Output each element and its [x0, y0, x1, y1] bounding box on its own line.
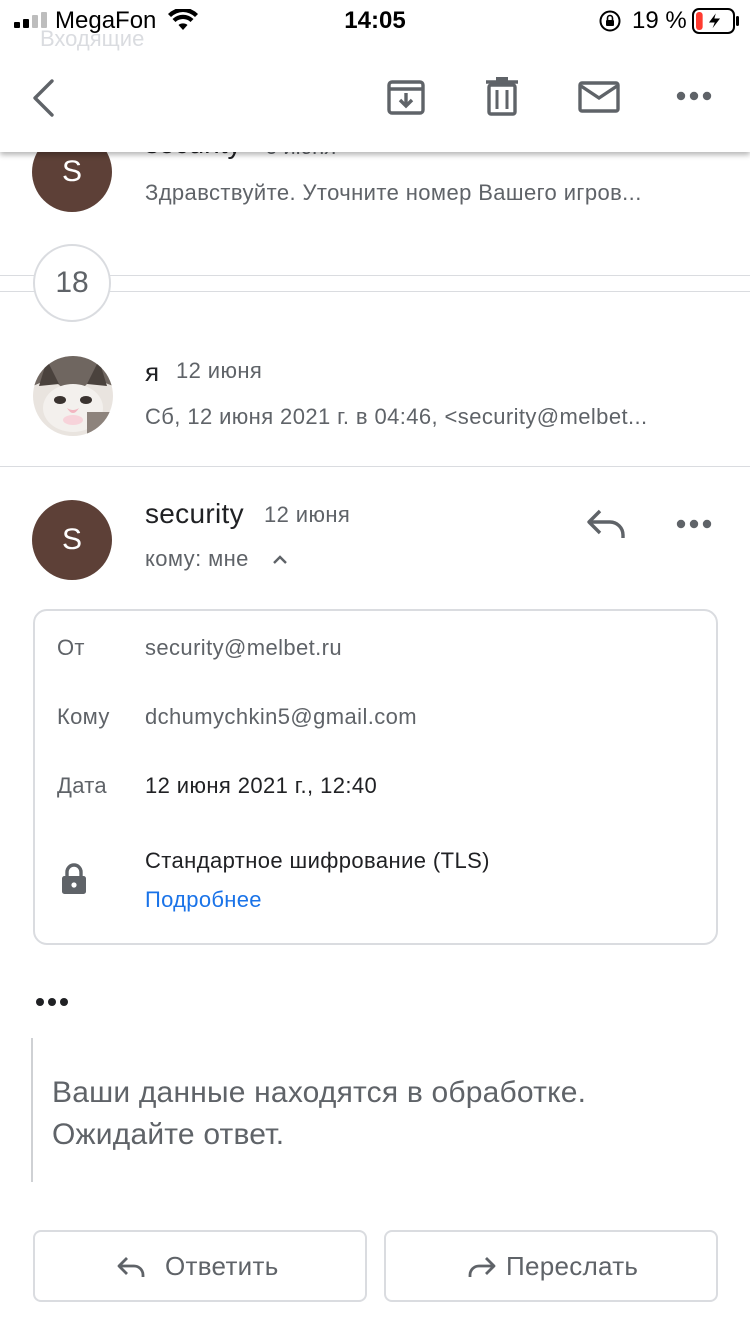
message-details-card: От security@melbet.ru Кому dchumychkin5@…: [33, 609, 718, 945]
more-info-link[interactable]: Подробнее: [145, 887, 262, 913]
from-label: От: [57, 635, 85, 660]
archive-icon[interactable]: [386, 77, 426, 117]
reply-button[interactable]: Ответить: [33, 1230, 367, 1302]
divider: [0, 466, 750, 467]
orientation-lock-icon: [599, 10, 621, 32]
message-snippet: Сб, 12 июня 2021 г. в 04:46, <security@m…: [145, 404, 648, 429]
chevron-up-icon[interactable]: [272, 553, 288, 565]
delete-icon[interactable]: [484, 76, 520, 116]
battery-percent: 19 %: [632, 7, 687, 34]
to-label: Кому: [57, 704, 110, 729]
mark-unread-icon[interactable]: [578, 81, 620, 113]
message-more-icon[interactable]: [676, 518, 712, 530]
message-snippet: Здравствуйте. Уточните номер Вашего игро…: [145, 180, 642, 205]
back-title: Входящие: [40, 26, 145, 51]
forward-label: Переслать: [506, 1251, 639, 1281]
divider: [0, 275, 750, 276]
reply-icon[interactable]: [586, 508, 626, 540]
recipients-toggle[interactable]: кому: мне: [145, 546, 249, 572]
to-value: dchumychkin5@gmail.com: [145, 704, 418, 729]
forward-button[interactable]: Переслать: [384, 1230, 718, 1302]
from-value: security@melbet.ru: [145, 635, 343, 660]
encryption-info: Стандартное шифрование (TLS): [145, 848, 490, 873]
more-options-icon[interactable]: [676, 90, 712, 102]
show-trimmed-content-icon[interactable]: [35, 996, 71, 1008]
message-date: 12 июня: [264, 502, 351, 527]
message-body: Ваши данные находятся в обработке. Ожида…: [52, 1072, 712, 1156]
reply-label: Ответить: [165, 1251, 279, 1281]
date-label: Дата: [57, 773, 107, 798]
reply-icon: [117, 1257, 145, 1277]
avatar: S: [32, 500, 112, 580]
sender-name: я: [145, 357, 160, 387]
hidden-messages-count[interactable]: 18: [33, 244, 111, 322]
date-value: 12 июня 2021 г., 12:40: [145, 773, 378, 798]
message-toolbar: [0, 40, 750, 152]
body-line: Ожидайте ответ.: [52, 1118, 285, 1151]
sender-name: security: [145, 498, 244, 529]
back-arrow-icon[interactable]: [28, 78, 60, 118]
lock-icon: [62, 863, 86, 894]
forward-icon: [468, 1257, 496, 1277]
avatar-photo: [33, 356, 113, 436]
message-date: 12 июня: [176, 358, 263, 383]
divider: [0, 291, 750, 292]
quote-bar: [31, 1038, 33, 1182]
battery-charging-icon: [692, 8, 739, 34]
body-line: Ваши данные находятся в обработке.: [52, 1076, 587, 1109]
